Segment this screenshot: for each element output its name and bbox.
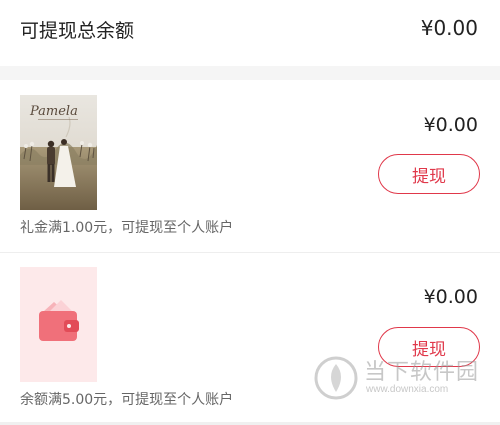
wallet-image (20, 267, 97, 382)
balance-note: 余额满5.00元，可提现至个人账户 (20, 392, 234, 408)
gift-money-card: Pamela ¥0.00 提现 礼金满1.00元，可提现至个人账户 (0, 80, 500, 252)
gift-money-note: 礼金满1.00元，可提现至个人账户 (20, 220, 234, 236)
wedding-photo: Pamela (20, 95, 97, 210)
watermark-url: www.downxia.com (366, 384, 449, 395)
total-balance-row: 可提现总余额 ¥0.00 (0, 0, 500, 60)
total-balance-amount: ¥0.00 (420, 16, 478, 40)
watermark-logo-icon (314, 356, 358, 400)
balance-amount: ¥0.00 (423, 286, 478, 308)
withdraw-gift-button[interactable]: 提现 (378, 154, 480, 194)
wedding-photo-title: Pamela (29, 104, 78, 119)
total-balance-label: 可提现总余额 (20, 20, 135, 42)
watermark-text: 当下软件园 (364, 360, 480, 385)
section-separator (0, 66, 500, 80)
gift-money-amount: ¥0.00 (423, 114, 478, 136)
watermark: 当下软件园 www.downxia.com (312, 352, 482, 406)
